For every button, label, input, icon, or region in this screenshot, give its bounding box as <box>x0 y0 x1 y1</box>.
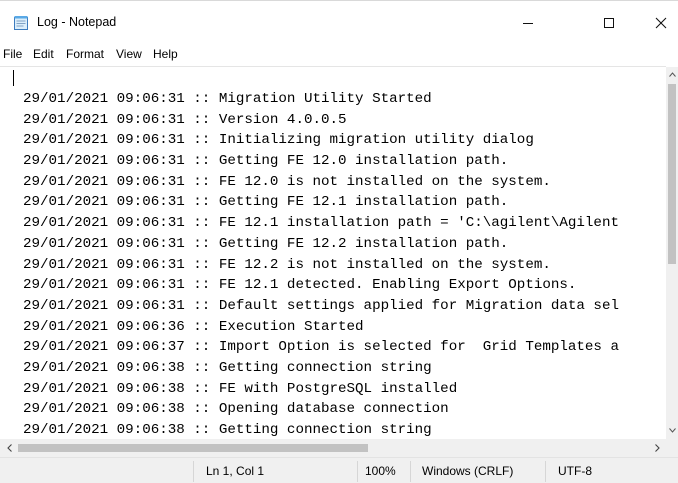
chevron-left-icon <box>6 444 12 452</box>
text-editor[interactable]: 29/01/2021 09:06:31 :: Migration Utility… <box>0 66 666 439</box>
text-encoding: UTF-8 <box>558 464 592 478</box>
maximize-icon <box>604 17 614 28</box>
status-divider <box>410 461 411 482</box>
log-line: 29/01/2021 09:06:31 :: Initializing migr… <box>23 132 534 149</box>
log-line: 29/01/2021 09:06:31 :: Getting FE 12.2 i… <box>23 235 509 252</box>
log-line: 29/01/2021 09:06:38 :: FE with PostgreSQ… <box>23 380 458 397</box>
close-button[interactable] <box>638 1 678 44</box>
status-divider <box>545 461 546 482</box>
chevron-right-icon <box>654 444 660 452</box>
status-divider <box>193 461 194 482</box>
chevron-up-icon <box>668 71 676 77</box>
vertical-scrollbar[interactable] <box>666 67 678 439</box>
scroll-down-button[interactable] <box>666 423 678 437</box>
log-line: 29/01/2021 09:06:31 :: FE 12.2 is not in… <box>23 256 551 273</box>
log-line: 29/01/2021 09:06:31 :: Migration Utility… <box>23 91 432 107</box>
log-line: 29/01/2021 09:06:31 :: FE 12.1 detected.… <box>23 277 577 294</box>
log-line: 29/01/2021 09:06:31 :: FE 12.1 installat… <box>23 215 619 232</box>
maximize-button[interactable] <box>586 1 632 44</box>
scroll-up-button[interactable] <box>666 67 678 81</box>
log-line: 29/01/2021 09:06:38 :: Getting connectio… <box>23 422 432 438</box>
title-bar[interactable]: Log - Notepad <box>0 1 678 44</box>
menu-bar: File Edit Format View Help <box>0 44 678 66</box>
editor-content: 29/01/2021 09:06:31 :: Migration Utility… <box>23 89 619 439</box>
log-line: 29/01/2021 09:06:31 :: Version 4.0.0.5 <box>23 111 347 128</box>
log-line: 29/01/2021 09:06:31 :: Getting FE 12.1 i… <box>23 194 509 211</box>
log-line: 29/01/2021 09:06:31 :: FE 12.0 is not in… <box>23 173 551 190</box>
menu-help[interactable]: Help <box>153 47 178 61</box>
text-caret <box>13 70 14 86</box>
horizontal-scrollbar[interactable] <box>0 439 678 457</box>
minimize-icon <box>523 22 533 24</box>
scroll-right-button[interactable] <box>648 439 666 457</box>
scrollbar-corner <box>666 439 678 457</box>
menu-file[interactable]: File <box>3 47 22 61</box>
scroll-left-button[interactable] <box>0 439 18 457</box>
notepad-window: Log - Notepad File Edit Format View Help… <box>0 0 678 483</box>
close-icon <box>655 17 667 28</box>
status-divider <box>357 461 358 482</box>
vertical-scroll-thumb[interactable] <box>668 84 676 264</box>
status-bar: Ln 1, Col 1 100% Windows (CRLF) UTF-8 <box>0 457 678 483</box>
notepad-icon <box>13 15 29 31</box>
zoom-level: 100% <box>365 464 396 478</box>
log-line: 29/01/2021 09:06:31 :: Default settings … <box>23 297 619 314</box>
chevron-down-icon <box>668 427 676 433</box>
menu-edit[interactable]: Edit <box>33 47 54 61</box>
horizontal-scroll-thumb[interactable] <box>18 444 368 452</box>
log-line: 29/01/2021 09:06:37 :: Import Option is … <box>23 339 619 356</box>
log-line: 29/01/2021 09:06:36 :: Execution Started <box>23 318 364 335</box>
log-line: 29/01/2021 09:06:38 :: Opening database … <box>23 401 449 418</box>
log-line: 29/01/2021 09:06:31 :: Getting FE 12.0 i… <box>23 153 509 170</box>
menu-format[interactable]: Format <box>66 47 104 61</box>
line-ending: Windows (CRLF) <box>422 464 514 478</box>
window-title: Log - Notepad <box>37 15 117 29</box>
log-line: 29/01/2021 09:06:38 :: Getting connectio… <box>23 359 432 376</box>
cursor-position: Ln 1, Col 1 <box>206 464 265 478</box>
menu-view[interactable]: View <box>116 47 142 61</box>
minimize-button[interactable] <box>505 1 551 44</box>
